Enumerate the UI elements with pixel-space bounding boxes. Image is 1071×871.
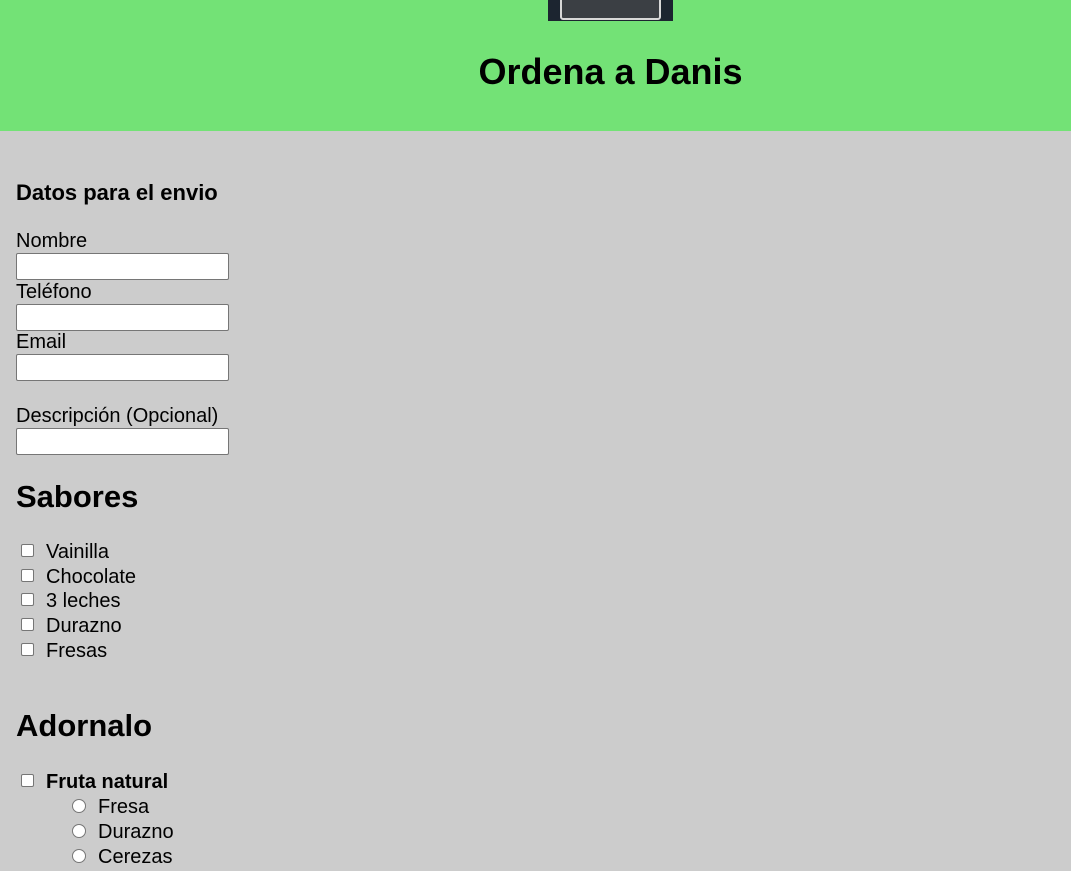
logo-image xyxy=(548,0,673,21)
order-form: Datos para el envio Nombre Teléfono Emai… xyxy=(0,131,1071,871)
shipping-heading: Datos para el envio xyxy=(16,180,218,205)
page-header: Ordena a Danis xyxy=(0,0,1071,131)
phone-label: Teléfono xyxy=(16,281,92,303)
fruit-option-cerezas[interactable]: Cerezas xyxy=(72,845,172,869)
fruit-radio[interactable] xyxy=(72,823,86,838)
flavor-label: Vainilla xyxy=(46,540,109,563)
fruit-option-fresa[interactable]: Fresa xyxy=(72,795,149,819)
fruit-natural-checkbox[interactable] xyxy=(21,774,34,787)
flavor-checkbox[interactable] xyxy=(21,569,34,582)
fruit-natural-label: Fruta natural xyxy=(46,770,169,793)
email-field[interactable] xyxy=(16,354,229,381)
phone-field[interactable] xyxy=(16,304,229,331)
flavor-option-3-leches[interactable]: 3 leches xyxy=(21,589,121,613)
flavor-checkbox[interactable] xyxy=(21,618,34,631)
flavor-option-vainilla[interactable]: Vainilla xyxy=(21,540,109,564)
fruit-radio[interactable] xyxy=(72,798,86,813)
flavor-label: Durazno xyxy=(46,614,122,637)
flavor-option-durazno[interactable]: Durazno xyxy=(21,614,122,638)
flavor-label: Fresas xyxy=(46,639,108,662)
flavor-option-chocolate[interactable]: Chocolate xyxy=(21,565,136,589)
fruit-radio[interactable] xyxy=(72,848,86,863)
flavor-checkbox[interactable] xyxy=(21,544,34,557)
description-label: Descripción (Opcional) xyxy=(16,405,219,427)
name-field[interactable] xyxy=(16,253,229,280)
fruit-label: Cerezas xyxy=(98,845,173,868)
flavor-option-fresas[interactable]: Fresas xyxy=(21,639,107,663)
fruit-natural-option[interactable]: Fruta natural xyxy=(21,770,168,794)
flavor-label: 3 leches xyxy=(46,589,121,612)
description-field[interactable] xyxy=(16,428,229,455)
page-title: Ordena a Danis xyxy=(478,51,743,92)
flavor-checkbox[interactable] xyxy=(21,643,34,656)
fruit-option-durazno[interactable]: Durazno xyxy=(72,820,174,844)
name-label: Nombre xyxy=(16,230,88,252)
decorations-heading: Adornalo xyxy=(16,708,153,743)
email-label: Email xyxy=(16,331,67,353)
flavor-checkbox[interactable] xyxy=(21,593,34,606)
flavors-heading: Sabores xyxy=(16,479,139,514)
fruit-label: Durazno xyxy=(98,820,174,843)
flavor-label: Chocolate xyxy=(46,565,137,588)
fruit-label: Fresa xyxy=(98,795,150,818)
